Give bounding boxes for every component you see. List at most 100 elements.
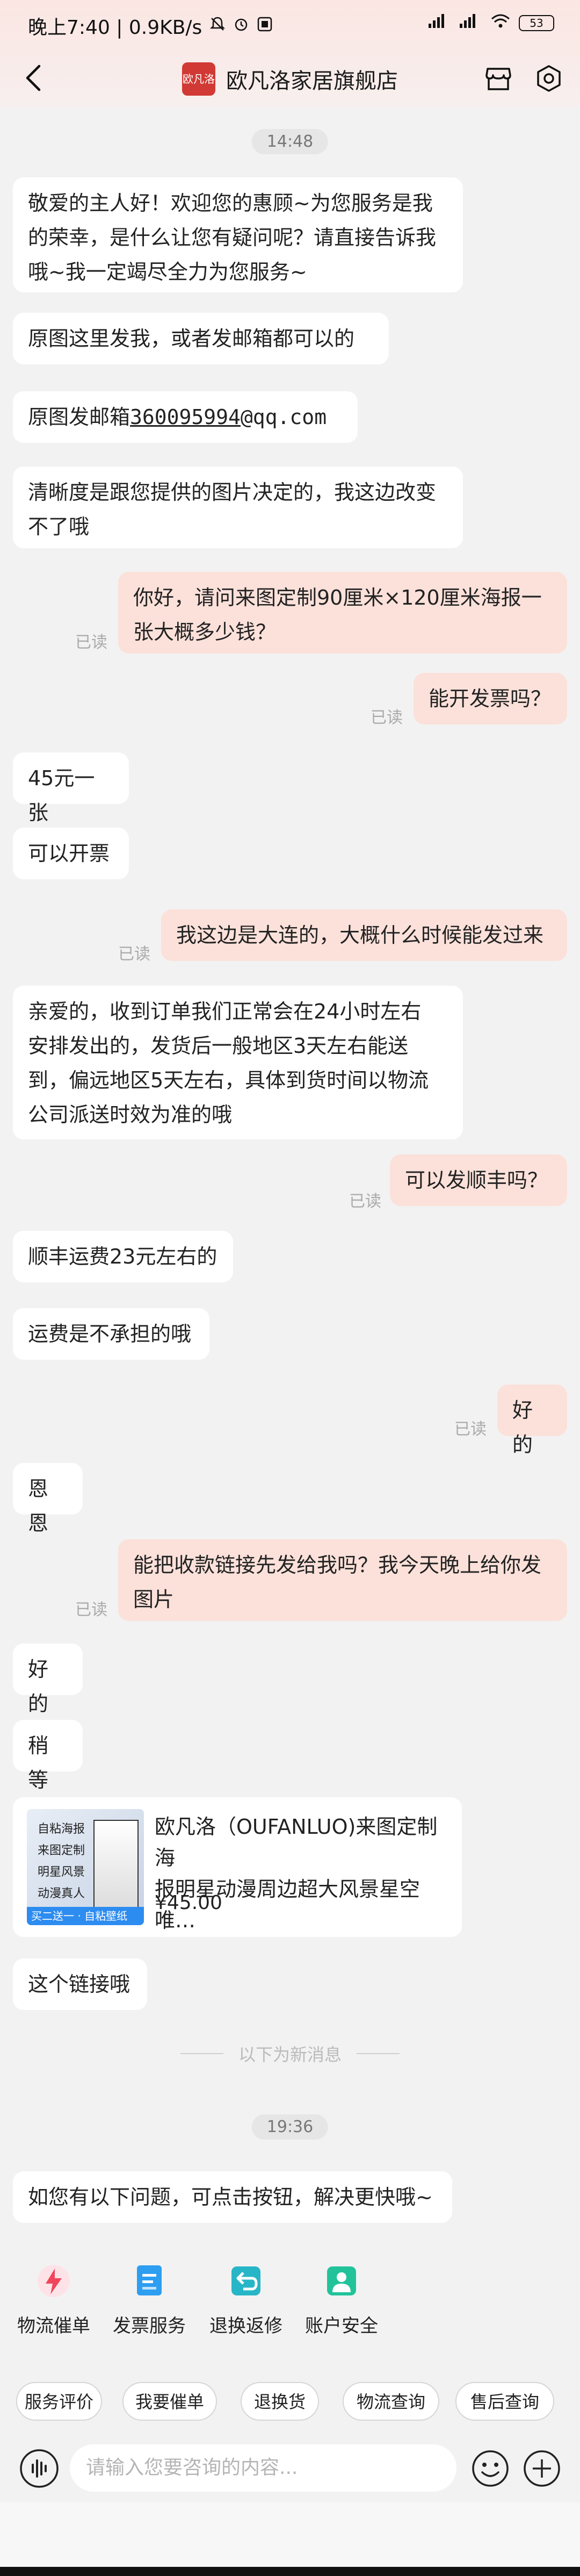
mute-icon [209, 15, 226, 37]
chip-service-rating[interactable]: 服务评价 [16, 2382, 102, 2421]
chip-return-exchange[interactable]: 退换货 [241, 2382, 319, 2421]
message-incoming[interactable]: 可以开票 [13, 828, 129, 879]
product-title-line: 欧凡洛（OUFANLUO)来图定制海 [155, 1815, 438, 1870]
shop-logo-text: 欧凡洛 [183, 73, 215, 85]
timestamp: 14:48 [251, 129, 329, 154]
read-receipt: 已读 [75, 1601, 107, 1619]
quick-action-label: 发票服务 [113, 2315, 186, 2337]
read-receipt: 已读 [371, 708, 403, 727]
message-line: 清晰度是跟您提供的图片决定的，我这边改变 [28, 480, 437, 504]
message-incoming[interactable]: 这个链接哦 [13, 1958, 147, 2010]
read-receipt: 已读 [454, 1420, 487, 1439]
message-line: 能把收款链接先发给我吗？我今天晚上给你发 [133, 1553, 542, 1577]
thumb-line: 明星风景 [38, 1865, 85, 1879]
product-title[interactable]: 欧凡洛（OUFANLUO)来图定制海 报明星动漫周边超大风景星空唯… [155, 1811, 449, 1936]
quick-action-invoice[interactable]: 发票服务 [112, 2261, 187, 2337]
message-line: 敬爱的主人好！欢迎您的惠顾~为您服务是我 [28, 191, 433, 215]
message-line: 不了哦 [28, 515, 90, 539]
thumb-line: 来图定制 [38, 1844, 85, 1857]
shop-name: 欧凡洛家居旗舰店 [226, 69, 398, 94]
message-outgoing[interactable]: 可以发顺丰吗？ [390, 1154, 567, 1206]
settings-icon [537, 65, 561, 92]
thumb-text: 自粘海报 来图定制 明星风景 动漫真人 [38, 1819, 85, 1905]
message-input[interactable]: 请输入您要咨询的内容... [70, 2444, 456, 2492]
chat-area[interactable]: 14:48 敬爱的主人好！欢迎您的惠顾~为您服务是我 的荣幸，是什么让您有疑问呢… [0, 107, 580, 2252]
poster-image [93, 1820, 139, 1908]
message-incoming[interactable]: 稍等 [13, 1720, 83, 1792]
battery-icon: 53 [519, 15, 554, 31]
email-link[interactable]: 360095994 [130, 405, 241, 429]
message-line: 你好，请问来图定制90厘米×120厘米海报一 [133, 586, 542, 609]
message-incoming[interactable]: 清晰度是跟您提供的图片决定的，我这边改变 不了哦 [13, 467, 463, 548]
quick-action-label: 物流催单 [17, 2315, 90, 2337]
quick-action-logistics[interactable]: 物流催单 [16, 2261, 91, 2337]
new-messages-divider: 以下为新消息 [0, 2041, 580, 2066]
product-card[interactable]: 自粘海报 来图定制 明星风景 动漫真人 买二送一 · 自粘壁纸 欧凡洛（OUFA… [13, 1797, 462, 1937]
message-incoming[interactable]: 原图这里发我，或者发邮箱都可以的 [13, 313, 389, 364]
chip-urge-order[interactable]: 我要催单 [122, 2382, 217, 2421]
quick-actions: 物流催单 发票服务 退换返修 账户安全 [0, 2252, 580, 2364]
store-icon [485, 68, 511, 90]
thumb-line: 自粘海报 [38, 1822, 85, 1836]
message-outgoing[interactable]: 能把收款链接先发给我吗？我今天晚上给你发 图片 [118, 1539, 567, 1621]
quick-action-account[interactable]: 账户安全 [304, 2261, 379, 2337]
divider-label: 以下为新消息 [238, 2044, 342, 2065]
message-incoming[interactable]: 好的 [13, 1644, 83, 1716]
message-line: 亲爱的，收到订单我们正常会在24小时左右 [28, 1000, 422, 1023]
thumb-line: 动漫真人 [38, 1887, 85, 1900]
lightning-icon [33, 2261, 74, 2301]
status-right: 53 [427, 13, 554, 33]
status-bar: 晚上7:40 | 0.9KB/s 53 [0, 0, 580, 49]
message-text: @qq.com [240, 405, 327, 429]
return-icon [226, 2261, 266, 2301]
message-line: 图片 [133, 1588, 175, 1611]
message-incoming[interactable]: 45元一张 [13, 752, 129, 824]
invoice-icon [129, 2261, 170, 2301]
voice-icon [20, 2449, 59, 2488]
quick-action-return[interactable]: 退换返修 [208, 2261, 284, 2337]
message-outgoing[interactable]: 你好，请问来图定制90厘米×120厘米海报一 张大概多少钱？ [118, 572, 567, 654]
status-left: 晚上7:40 | 0.9KB/s [28, 12, 273, 40]
message-outgoing[interactable]: 能开发票吗？ [414, 673, 567, 724]
thumb-banner: 买二送一 · 自粘壁纸 [27, 1907, 144, 1925]
nav-actions [481, 61, 566, 96]
divider-line [357, 2053, 400, 2054]
system-nav-bar [0, 2567, 580, 2576]
message-incoming[interactable]: 亲爱的，收到订单我们正常会在24小时左右 安排发出的，发货后一般地区3天左右能送… [13, 986, 463, 1139]
quick-action-label: 账户安全 [305, 2315, 378, 2337]
message-line: 张大概多少钱？ [133, 620, 277, 644]
plus-icon [524, 2450, 560, 2487]
nav-bar: 欧凡洛 欧凡洛家居旗舰店 [0, 49, 580, 107]
divider-line [180, 2053, 223, 2054]
input-bar: 请输入您要咨询的内容... [0, 2435, 580, 2502]
message-incoming[interactable]: 敬爱的主人好！欢迎您的惠顾~为您服务是我 的荣幸，是什么让您有疑问呢？请直接告诉… [13, 177, 463, 292]
signal-icon [427, 13, 451, 33]
read-receipt: 已读 [75, 633, 107, 652]
bottom-area [0, 2502, 580, 2576]
message-line: 到，偏远地区5天左右，具体到货时间以物流 [28, 1068, 429, 1092]
message-outgoing[interactable]: 我这边是大连的，大概什么时候能发过来 [161, 909, 567, 961]
message-incoming[interactable]: 原图发邮箱360095994@qq.com [13, 391, 358, 443]
settings-button[interactable] [532, 61, 566, 96]
voice-button[interactable] [18, 2448, 60, 2489]
message-outgoing[interactable]: 好的 [497, 1384, 567, 1456]
chip-logistics-query[interactable]: 物流查询 [343, 2382, 439, 2421]
shortcut-chips: 服务评价 我要催单 退换货 物流查询 售后查询 [0, 2365, 580, 2435]
chip-after-sales[interactable]: 售后查询 [455, 2382, 554, 2421]
message-text: 原图发邮箱 [28, 405, 130, 429]
message-incoming[interactable]: 如您有以下问题，可点击按钮，解决更快哦~ [13, 2171, 452, 2223]
app-notify-icon [257, 15, 273, 37]
account-shield-icon [321, 2261, 362, 2301]
message-incoming[interactable]: 运费是不承担的哦 [13, 1308, 209, 1360]
message-incoming[interactable]: 恩恩 [13, 1463, 83, 1535]
timestamp: 19:36 [251, 2114, 329, 2140]
emoji-icon [472, 2450, 509, 2487]
store-button[interactable] [481, 61, 516, 96]
message-line: 哦~我一定竭尽全力为您服务~ [28, 260, 307, 284]
more-button[interactable] [521, 2448, 563, 2489]
message-incoming[interactable]: 顺丰运费23元左右的 [13, 1231, 233, 1282]
wifi-icon [490, 13, 511, 33]
battery-level: 53 [530, 17, 543, 30]
product-thumbnail[interactable]: 自粘海报 来图定制 明星风景 动漫真人 买二送一 · 自粘壁纸 [27, 1809, 144, 1925]
emoji-button[interactable] [469, 2448, 511, 2489]
